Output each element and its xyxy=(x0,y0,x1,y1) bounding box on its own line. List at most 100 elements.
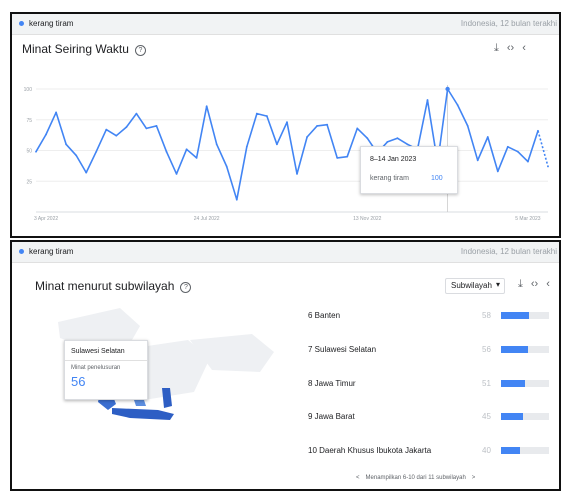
data-point xyxy=(356,127,359,130)
data-point xyxy=(516,150,519,153)
data-point xyxy=(396,137,399,140)
subregion-value: 40 xyxy=(482,446,491,455)
subregion-bar-track xyxy=(501,312,549,319)
data-point xyxy=(316,125,318,127)
data-point xyxy=(456,104,459,106)
dropdown-label: Subwilayah xyxy=(451,281,492,290)
data-point xyxy=(185,148,188,151)
subregion-bar-track xyxy=(501,447,549,454)
map-tooltip-region: Sulawesi Selatan xyxy=(71,348,125,355)
subregion-label: 10 Daerah Khusus Ibukota Jakarta xyxy=(308,446,432,455)
map-region-kalimantan[interactable] xyxy=(134,400,146,406)
chart-tooltip: 8–14 Jan 2023 kerang tiram 100 xyxy=(360,146,458,194)
data-point xyxy=(175,172,178,175)
subregion-label: 8 Jawa Timur xyxy=(308,379,356,388)
data-point xyxy=(225,165,228,168)
subregion-bar-track xyxy=(501,380,549,387)
data-point xyxy=(95,150,98,153)
data-point xyxy=(506,145,509,148)
subregion-bar-fill xyxy=(501,413,523,420)
y-tick-label: 100 xyxy=(24,87,33,93)
data-point xyxy=(326,123,329,126)
data-point xyxy=(135,112,138,115)
subregion-dropdown[interactable]: Subwilayah ▾ xyxy=(445,278,505,294)
data-point xyxy=(386,140,389,143)
data-point xyxy=(205,105,208,108)
map-region-java[interactable] xyxy=(112,408,174,420)
data-point xyxy=(165,150,168,153)
data-point xyxy=(145,127,148,130)
data-point xyxy=(155,125,158,127)
data-point xyxy=(45,133,47,136)
data-point xyxy=(286,121,288,124)
data-point xyxy=(406,143,409,146)
y-tick-label: 75 xyxy=(26,118,32,124)
data-point xyxy=(266,115,268,117)
data-point xyxy=(366,137,369,140)
panel-tools: ⤓ ‹› ‹ xyxy=(510,278,550,291)
subregion-value: 56 xyxy=(482,345,491,354)
subregion-label: 6 Banten xyxy=(308,311,341,320)
data-point xyxy=(125,126,128,129)
x-tick-label: 5 Mar 2023 xyxy=(515,216,541,222)
geo-time-filter[interactable]: Indonesia, 12 bulan terakhi xyxy=(461,247,557,256)
indonesia-map[interactable] xyxy=(12,242,302,491)
data-point xyxy=(85,171,88,174)
interest-over-time-panel: kerang tiram Indonesia, 12 bulan terakhi… xyxy=(10,12,561,238)
data-point xyxy=(255,112,258,115)
subregion-bar-track xyxy=(501,413,549,420)
pagination-text: Menampilkan 6-10 dari 11 subwilayah xyxy=(365,475,466,481)
series-line-partial xyxy=(537,130,549,167)
data-point xyxy=(445,86,450,92)
subregion-label: 9 Jawa Barat xyxy=(308,412,355,421)
next-page-icon[interactable]: > xyxy=(472,475,476,481)
subregion-label: 7 Sulawesi Selatan xyxy=(308,345,377,354)
tooltip-value: 100 xyxy=(431,175,443,182)
x-tick-label: 13 Nov 2022 xyxy=(353,216,382,222)
interest-line-chart[interactable]: 25 50 75 100 3 Apr 2022 24 Jul 2022 13 Nov 202… xyxy=(12,14,559,236)
tooltip-date: 8–14 Jan 2023 xyxy=(370,156,417,163)
data-point xyxy=(65,143,68,146)
subregion-row[interactable]: 6 Banten 58 xyxy=(308,309,558,323)
share-icon[interactable]: ‹ xyxy=(546,278,550,290)
subregion-row[interactable]: 7 Sulawesi Selatan 56 xyxy=(308,343,558,357)
data-point xyxy=(496,170,499,173)
subregion-value: 45 xyxy=(482,412,491,421)
data-point xyxy=(336,156,339,159)
chevron-down-icon: ▾ xyxy=(495,280,500,289)
data-point xyxy=(55,111,57,114)
subregion-value: 51 xyxy=(482,379,491,388)
data-point xyxy=(276,143,278,146)
x-tick-label: 3 Apr 2022 xyxy=(34,216,58,222)
subregion-row[interactable]: 9 Jawa Barat 45 xyxy=(308,410,558,424)
data-point xyxy=(115,134,118,137)
prev-page-icon[interactable]: < xyxy=(356,475,360,481)
data-point xyxy=(476,159,479,162)
map-tooltip-value: 56 xyxy=(71,374,86,389)
subregion-bar-track xyxy=(501,346,549,353)
data-point xyxy=(195,156,198,159)
data-point xyxy=(346,155,349,158)
data-point xyxy=(466,125,469,127)
data-point xyxy=(105,128,108,131)
subregion-bar-fill xyxy=(501,447,521,454)
subregion-value: 58 xyxy=(482,311,491,320)
map-tooltip-metric: Minat penelusuran xyxy=(71,365,121,371)
data-point xyxy=(215,143,218,146)
subregion-bar-fill xyxy=(501,380,526,387)
data-point xyxy=(35,150,37,153)
map-tooltip: Sulawesi Selatan Minat penelusuran 56 xyxy=(64,340,148,400)
subregion-row[interactable]: 8 Jawa Timur 51 xyxy=(308,377,558,391)
subregion-row[interactable]: 10 Daerah Khusus Ibukota Jakarta 40 xyxy=(308,444,558,458)
subregion-bar-fill xyxy=(501,346,528,353)
data-point xyxy=(426,99,429,101)
map-tooltip-divider xyxy=(65,360,147,361)
tooltip-term: kerang tiram xyxy=(370,175,409,182)
embed-icon[interactable]: ‹› xyxy=(531,278,538,290)
download-icon[interactable]: ⤓ xyxy=(518,278,523,291)
pagination: < Menampilkan 6-10 dari 11 subwilayah > xyxy=(350,475,481,481)
data-point xyxy=(537,129,539,132)
interest-by-subregion-panel: kerang tiram Indonesia, 12 bulan terakhi… xyxy=(10,240,561,491)
y-tick-label: 25 xyxy=(26,179,32,185)
data-point xyxy=(486,136,489,138)
